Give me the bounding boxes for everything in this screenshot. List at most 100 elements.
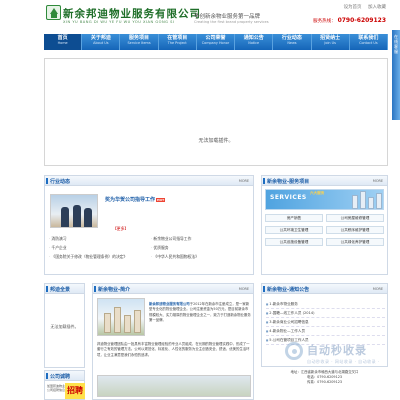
more-link[interactable]: MORE	[373, 179, 383, 183]
company-pinyin: XIN YU BANG DI WU YE FU WU YOU XIAN GONG…	[63, 20, 175, 24]
list-item[interactable]: 《国务院关于修改〈物业管理条例〉的决定》	[49, 254, 147, 260]
nav-about[interactable]: 关于邦迪 About Us	[82, 34, 121, 50]
more-link[interactable]: MORE	[239, 179, 249, 183]
more-link[interactable]: MORE	[239, 287, 249, 291]
panel-header: 新余物业-简介 MORE	[93, 284, 253, 294]
notice-item[interactable]: 5.公司在管项目工作人员	[266, 336, 385, 345]
header-bar-icon	[46, 373, 48, 379]
nav-contact[interactable]: 联系我们 Contact Us	[350, 34, 388, 50]
building-shape	[104, 313, 111, 333]
panel-header: 新余物业-服务项目 MORE	[262, 176, 387, 186]
detail-link[interactable]: 【更多】	[113, 226, 128, 232]
banner-plugin: 无法加载插件。	[44, 58, 388, 166]
add-favorite-link[interactable]: 加入收藏	[368, 5, 386, 10]
list-item[interactable]: 《中华人民共和国物权法》	[151, 254, 249, 260]
community-photo-strip	[97, 375, 251, 397]
more-link[interactable]: MORE	[373, 287, 383, 291]
nav-label-en: Join Us	[324, 40, 336, 45]
company-logo[interactable]	[46, 5, 61, 20]
list-item[interactable]: 优质服务	[151, 245, 249, 251]
panel-header: 行业动态 MORE	[45, 176, 253, 186]
top-links: 设为首页 加入收藏	[339, 4, 386, 10]
services-banner[interactable]: SERVICES 六大服务	[265, 189, 384, 210]
industry-news-panel: 行业动态 MORE 奖为华贺公司指导工作HOT 【更多】 消防演习 新余物业公司…	[44, 175, 254, 275]
recruit-panel: 公司诚聘 加盟邦迪物业公司招聘信息 招聘	[44, 370, 85, 400]
service-item[interactable]: 公共环境卫生管理	[265, 226, 323, 234]
nav-news[interactable]: 行业动态 News	[273, 34, 312, 50]
notice-item[interactable]: 4.新余物业—工作人员	[266, 327, 385, 336]
nav-label-en: Company Honor	[201, 40, 230, 45]
nav-label-en: Home	[57, 40, 68, 45]
nav-join-us[interactable]: 招贤纳士 Join Us	[312, 34, 350, 50]
panel-title: 公司诚聘	[50, 374, 71, 380]
panorama-panel: 邦迪全景 无法加载插件。	[44, 283, 85, 368]
slogan: 争创新余物业服务第一品牌	[194, 14, 261, 20]
nav-home[interactable]: 首页 Home	[44, 34, 83, 50]
panel-header: 公司诚聘	[45, 371, 84, 381]
panel-title: 新余物业-简介	[98, 287, 131, 293]
set-homepage-link[interactable]: 设为首页	[344, 5, 362, 10]
header-bar-icon	[263, 286, 265, 292]
company-intro-panel: 新余物业-简介 MORE 新余邦迪物业服务有限公司于2012年在新余市注册成立，…	[92, 283, 254, 400]
panel-title: 新余物业-服务项目	[267, 179, 310, 185]
recruit-text[interactable]: 加盟邦迪物业公司招聘信息	[47, 384, 65, 392]
building-shape	[134, 310, 141, 333]
online-service-label: 在线客服	[394, 34, 398, 54]
list-item[interactable]: 新余物业公司指导工作	[151, 236, 249, 242]
service-item[interactable]: 公共秩序维护管理	[326, 226, 384, 234]
person-figure	[73, 205, 81, 227]
service-item[interactable]: 公司房屋维修管理	[326, 214, 384, 222]
list-item[interactable]: 消防演习	[49, 236, 147, 242]
notice-item[interactable]: 2.国籍—线工作人员 (2014)	[266, 309, 385, 318]
slogan-en: Creating the first brand property servic…	[194, 20, 269, 24]
service-items-panel: 新余物业-服务项目 MORE SERVICES 六大服务 房产销售 公司房屋维修…	[261, 175, 388, 275]
recruit-image[interactable]: 招聘	[65, 383, 85, 399]
fax: 传真：0790-6209123	[306, 380, 343, 384]
intro-text: 新余邦迪物业服务有限公司于2012年在新余市注册成立，是一家新型专业化的物业管理…	[149, 302, 251, 323]
header: 新余邦迪物业服务有限公司 XIN YU BANG DI WU YE FU WU …	[44, 0, 388, 34]
notice-item[interactable]: 1.新余市物业服务	[266, 300, 385, 309]
notice-panel: 新余物业-通知公告 MORE 1.新余市物业服务 2.国籍—线工作人员 (201…	[261, 283, 388, 367]
nav-label-en: Contact Us	[359, 40, 378, 45]
nav-service-items[interactable]: 服务项目 Service Items	[120, 34, 159, 50]
nav-label-en: Service Items	[127, 40, 151, 45]
nav-label-en: About Us	[93, 40, 109, 45]
building-shape	[368, 197, 374, 209]
list-item[interactable]: 千户企业	[49, 245, 147, 251]
building-shape	[124, 315, 131, 333]
person-figure	[61, 207, 69, 227]
services-banner-en: SERVICES	[270, 194, 307, 201]
panel-title: 新余物业-通知公告	[267, 287, 310, 293]
plugin-error-message: 无法加载插件。	[50, 324, 79, 329]
notice-item[interactable]: 3.新余商业公司招聘信息	[266, 318, 385, 327]
main-nav: 首页 Home 关于邦迪 About Us 服务项目 Service Items 在管…	[44, 34, 388, 50]
headline-text: 奖为华贺公司指导工作	[105, 197, 156, 203]
hotline-number: 0790-6209123	[337, 17, 386, 24]
header-bar-icon	[263, 178, 265, 184]
nav-label-en: News	[287, 40, 297, 45]
company-photo[interactable]	[97, 298, 145, 336]
hotline-label: 服务热线：	[313, 19, 336, 24]
hot-badge: HOT	[156, 197, 166, 202]
nav-honor[interactable]: 公司荣誉 Company Honor	[197, 34, 236, 50]
panel-title: 行业动态	[50, 179, 71, 185]
nav-label-en: Notice	[248, 40, 260, 45]
nav-label-en: The Project	[167, 40, 187, 45]
nav-projects[interactable]: 在管项目 The Project	[159, 34, 197, 50]
service-item[interactable]: 公共绿化养护管理	[326, 238, 384, 246]
news-headline[interactable]: 奖为华贺公司指导工作 HOT	[105, 196, 166, 203]
header-bar-icon	[94, 286, 96, 292]
news-list: 消防演习 新余物业公司指导工作 千户企业 优质服务 《国务院关于修改〈物业管理条…	[49, 236, 249, 260]
plugin-error-message: 无法加载插件。	[198, 138, 234, 144]
nav-notice[interactable]: 通知公告 Notice	[235, 34, 274, 50]
notice-list: 1.新余市物业服务 2.国籍—线工作人员 (2014) 3.新余商业公司招聘信息…	[266, 300, 385, 345]
building-shape	[376, 193, 382, 209]
news-photo[interactable]	[50, 194, 98, 228]
page: 新余邦迪物业服务有限公司 XIN YU BANG DI WU YE FU WU …	[0, 0, 400, 400]
intro-company-name: 新余邦迪物业服务有限公司	[149, 302, 190, 306]
building-shape	[352, 195, 358, 209]
panel-title: 邦迪全景	[50, 287, 71, 293]
company-name: 新余邦迪物业服务有限公司	[63, 8, 201, 20]
service-item[interactable]: 公共设施设备管理	[265, 238, 323, 246]
service-item[interactable]: 房产销售	[265, 214, 323, 222]
